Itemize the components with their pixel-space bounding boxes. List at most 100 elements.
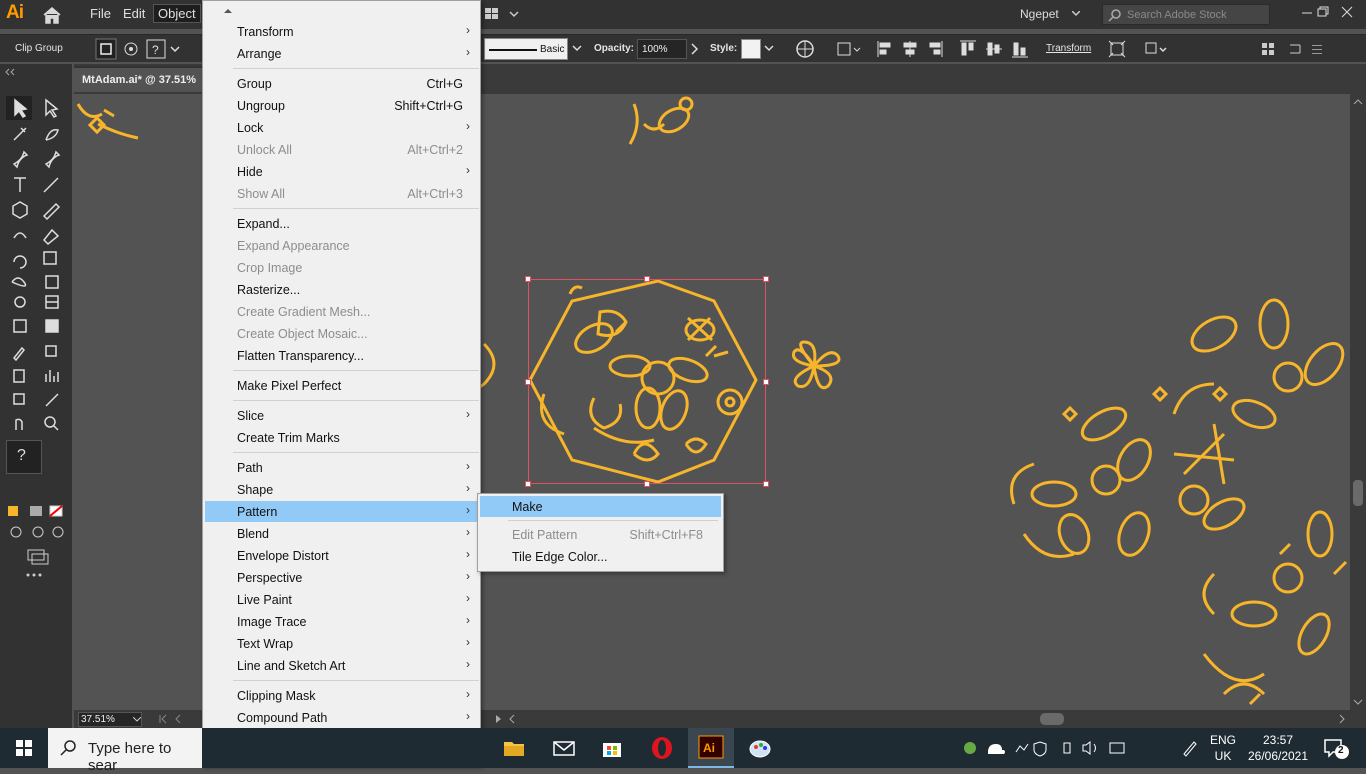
svg-text:Ai: Ai xyxy=(703,741,715,755)
menu-item-path[interactable]: Path › xyxy=(205,457,479,478)
resize-handle[interactable] xyxy=(644,481,650,487)
submenu-item-tile-edge-color[interactable]: Tile Edge Color... xyxy=(480,546,721,567)
clock-time[interactable]: 23:57 xyxy=(1240,733,1316,747)
pen-tablet-icon[interactable] xyxy=(1180,738,1200,758)
notification-center-icon[interactable] xyxy=(1322,736,1350,760)
clock-date[interactable]: 26/06/2021 xyxy=(1240,749,1316,763)
menu-item-group[interactable]: Group Ctrl+G xyxy=(205,73,479,94)
store-icon[interactable] xyxy=(598,734,626,762)
taskbar-search-box[interactable]: Type here to sear xyxy=(48,728,202,774)
keyboard-layout-indicator[interactable]: UK xyxy=(1208,749,1238,763)
menu-item-lock[interactable]: Lock › xyxy=(205,117,479,138)
menu-item-make-pixel-perfect[interactable]: Make Pixel Perfect xyxy=(205,375,479,396)
artboard-nav-next-icons[interactable] xyxy=(494,714,534,724)
shape-mode-icon[interactable] xyxy=(836,39,862,59)
opera-browser-icon[interactable] xyxy=(648,734,676,762)
menu-item-perspective[interactable]: Perspective › xyxy=(205,567,479,588)
transform-options-icons[interactable] xyxy=(1108,39,1172,59)
menu-item-line-and-sketch-art[interactable]: Line and Sketch Art › xyxy=(205,655,479,676)
menu-item-live-paint[interactable]: Live Paint › xyxy=(205,589,479,610)
style-swatch[interactable] xyxy=(741,39,761,59)
stroke-style-field[interactable]: Basic xyxy=(484,38,568,60)
windows-start-icon[interactable] xyxy=(0,728,48,768)
scroll-up-icon[interactable] xyxy=(1353,98,1363,106)
system-tray-icons[interactable] xyxy=(960,738,1130,758)
tool-icons[interactable] xyxy=(6,96,68,436)
draw-mode-buttons[interactable] xyxy=(4,522,66,582)
horizontal-scroll-thumb[interactable] xyxy=(1040,713,1064,725)
mail-icon[interactable] xyxy=(550,734,578,762)
resize-handle[interactable] xyxy=(525,379,531,385)
menu-item-envelope-distort[interactable]: Envelope Distort › xyxy=(205,545,479,566)
submenu-arrow-icon: › xyxy=(466,23,470,37)
scroll-right-icon[interactable] xyxy=(1338,714,1348,724)
resize-handle[interactable] xyxy=(763,481,769,487)
menu-object[interactable]: Object xyxy=(153,4,201,23)
menu-item-create-trim-marks[interactable]: Create Trim Marks xyxy=(205,427,479,448)
menu-item-pattern[interactable]: Pattern › xyxy=(205,501,479,522)
menu-edit[interactable]: Edit xyxy=(123,6,145,21)
menu-item-flatten-transparency[interactable]: Flatten Transparency... xyxy=(205,345,479,366)
menu-item-text-wrap[interactable]: Text Wrap › xyxy=(205,633,479,654)
color-mode-buttons[interactable] xyxy=(4,478,66,518)
artboard-nav-icons[interactable] xyxy=(158,714,198,724)
submenu-item-shortcut: Shift+Ctrl+F8 xyxy=(629,528,703,542)
panel-menu-icons[interactable] xyxy=(1260,41,1360,57)
resize-handle[interactable] xyxy=(525,276,531,282)
workspace-switcher-icon[interactable] xyxy=(484,6,520,22)
menu-item-hide[interactable]: Hide › xyxy=(205,161,479,182)
menu-item-ungroup[interactable]: Ungroup Shift+Ctrl+G xyxy=(205,95,479,116)
resize-handle[interactable] xyxy=(525,481,531,487)
menu-item-clipping-mask[interactable]: Clipping Mask › xyxy=(205,685,479,706)
menu-item-shape[interactable]: Shape › xyxy=(205,479,479,500)
adobe-stock-search[interactable]: Search Adobe Stock xyxy=(1102,4,1270,25)
illustrator-taskbar-button[interactable]: Ai xyxy=(688,728,734,768)
selection-bounding-box[interactable] xyxy=(528,279,766,484)
vertical-scroll-thumb[interactable] xyxy=(1353,480,1363,506)
home-icon[interactable] xyxy=(40,4,64,26)
transform-link[interactable]: Transform xyxy=(1046,43,1091,54)
menu-item-expand[interactable]: Expand... xyxy=(205,213,479,234)
document-tab[interactable]: MtAdam.ai* @ 37.51% xyxy=(74,66,204,92)
opacity-value: 100% xyxy=(642,44,668,55)
isolation-buttons[interactable]: ? xyxy=(95,38,191,60)
restore-icon[interactable] xyxy=(1316,5,1330,19)
menu-file[interactable]: File xyxy=(90,6,111,21)
menu-item-slice[interactable]: Slice › xyxy=(205,405,479,426)
minimize-icon[interactable] xyxy=(1300,5,1314,19)
zoom-level-field[interactable]: 37.51% xyxy=(78,712,142,727)
language-indicator[interactable]: ENG xyxy=(1208,733,1238,747)
chevron-down-icon[interactable] xyxy=(133,717,141,723)
menu-separator xyxy=(508,520,718,521)
paint-app-icon[interactable] xyxy=(746,734,774,762)
menu-item-label: Show All xyxy=(237,187,285,201)
chevron-right-icon[interactable] xyxy=(690,43,700,55)
submenu-arrow-icon: › xyxy=(466,709,470,723)
resize-handle[interactable] xyxy=(763,276,769,282)
resize-handle[interactable] xyxy=(644,276,650,282)
chevron-down-icon[interactable] xyxy=(572,45,582,53)
opacity-field[interactable]: 100% xyxy=(637,39,687,59)
user-name[interactable]: Ngepet xyxy=(1020,7,1059,21)
chevron-down-icon[interactable] xyxy=(764,45,774,53)
recolor-artwork-icon[interactable] xyxy=(795,39,815,59)
menu-item-arrange[interactable]: Arrange › xyxy=(205,43,479,64)
scroll-down-icon[interactable] xyxy=(1353,698,1363,706)
submenu-item-make[interactable]: Make xyxy=(480,496,721,517)
fill-stroke-control[interactable]: ? xyxy=(6,440,42,474)
menu-item-label: Create Trim Marks xyxy=(237,431,340,445)
chevron-down-icon[interactable] xyxy=(1072,11,1080,17)
menu-scroll-up-icon[interactable] xyxy=(223,7,233,15)
collapse-panel-icon[interactable] xyxy=(4,68,16,76)
close-icon[interactable] xyxy=(1340,5,1354,19)
vertical-scrollbar[interactable] xyxy=(1350,94,1366,710)
file-explorer-icon[interactable] xyxy=(500,734,528,762)
menu-item-image-trace[interactable]: Image Trace › xyxy=(205,611,479,632)
resize-handle[interactable] xyxy=(763,379,769,385)
menu-item-rasterize[interactable]: Rasterize... xyxy=(205,279,479,300)
menu-item-transform[interactable]: Transform › xyxy=(205,21,479,42)
align-buttons[interactable] xyxy=(876,39,1030,59)
menu-item-compound-path[interactable]: Compound Path › xyxy=(205,707,479,728)
menu-item-blend[interactable]: Blend › xyxy=(205,523,479,544)
window-controls xyxy=(1300,2,1366,24)
